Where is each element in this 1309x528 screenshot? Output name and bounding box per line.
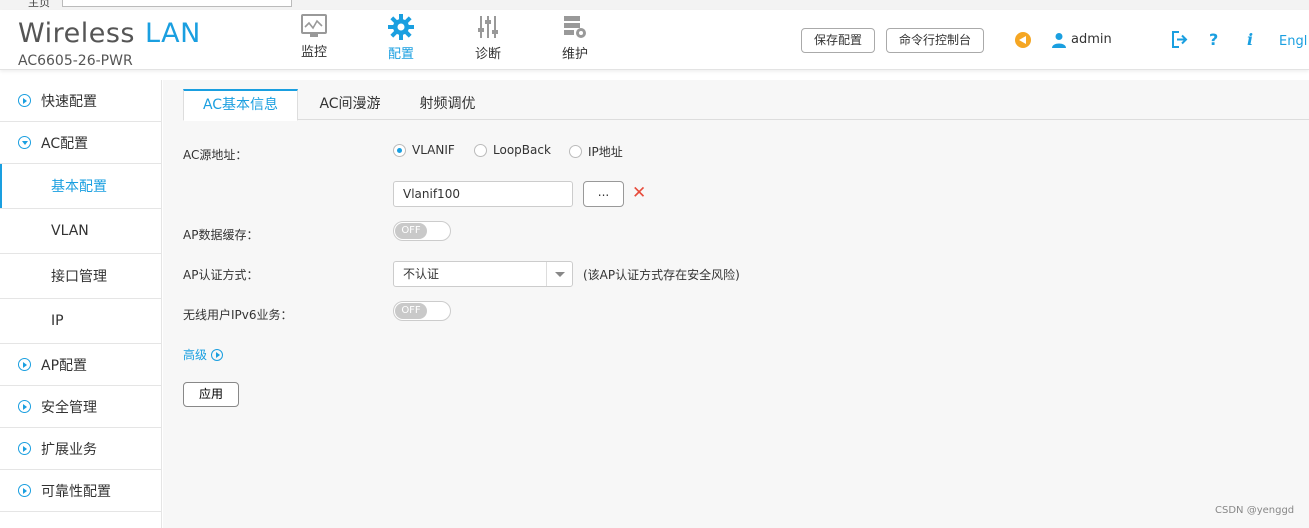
toggle-state: OFF bbox=[395, 223, 427, 239]
gear-icon bbox=[388, 14, 414, 40]
save-config-button[interactable]: 保存配置 bbox=[801, 28, 876, 53]
toggle-state: OFF bbox=[395, 303, 427, 319]
ap-cache-toggle[interactable]: OFF bbox=[393, 221, 451, 241]
tab-ac-roaming[interactable]: AC间漫游 bbox=[305, 89, 395, 120]
sidebar-item-interface[interactable]: 接口管理 bbox=[0, 254, 161, 299]
sidebar-item-label: 安全管理 bbox=[41, 399, 97, 416]
clear-icon[interactable]: ✕ bbox=[632, 181, 646, 205]
address-input[interactable] bbox=[62, 0, 292, 7]
ap-cache-label: AP数据缓存： bbox=[183, 228, 259, 242]
nav-maintain[interactable]: 维护 bbox=[545, 14, 605, 62]
nav-diagnose[interactable]: 诊断 bbox=[458, 14, 518, 62]
sidebar-item-ap-config[interactable]: AP配置 bbox=[0, 344, 161, 386]
nav-config-label: 配置 bbox=[387, 47, 414, 62]
sidebar-item-label: AC配置 bbox=[41, 135, 89, 152]
expand-right-icon bbox=[18, 442, 31, 455]
auth-warning-hint: (该AP认证方式存在安全风险) bbox=[583, 268, 740, 282]
user-icon bbox=[1052, 33, 1066, 48]
chevron-down-icon bbox=[546, 262, 572, 286]
radio-label: IP地址 bbox=[588, 145, 623, 159]
top-header: Wireless LAN AC6605-26-PWR 监控 配置 诊断 维护 保存… bbox=[0, 10, 1309, 70]
expand-right-icon bbox=[211, 348, 224, 361]
expand-right-icon bbox=[18, 400, 31, 413]
ap-auth-select[interactable]: 不认证 bbox=[393, 261, 573, 287]
source-interface-input[interactable]: Vlanif100 bbox=[393, 181, 573, 207]
brand-logo: Wireless LAN bbox=[18, 18, 201, 49]
tab-ac-basic-info[interactable]: AC基本信息 bbox=[183, 89, 298, 121]
nav-diagnose-label: 诊断 bbox=[474, 47, 501, 62]
sliders-icon bbox=[478, 16, 498, 38]
radio-label: LoopBack bbox=[493, 143, 551, 157]
radio-dot bbox=[474, 143, 487, 157]
sidebar-item-quick-config[interactable]: 快速配置 bbox=[0, 80, 161, 122]
monitor-icon bbox=[301, 14, 327, 37]
ap-auth-label: AP认证方式： bbox=[183, 268, 259, 282]
sidebar-item-label: AP配置 bbox=[41, 357, 88, 374]
watermark: CSDN @yenggd bbox=[1215, 505, 1295, 516]
advanced-link[interactable]: 高级 bbox=[183, 346, 224, 363]
radio-dot-selected bbox=[393, 143, 406, 157]
sidebar-item-label: 可靠性配置 bbox=[41, 483, 111, 500]
browser-address-strip: 主页 bbox=[0, 0, 1309, 10]
device-model: AC6605-26-PWR bbox=[18, 53, 133, 69]
sidebar: 快速配置 AC配置 基本配置 VLAN 接口管理 IP AP配置 安全管理 扩展… bbox=[0, 80, 162, 528]
info-icon[interactable]: i bbox=[1247, 30, 1253, 49]
radio-label: VLANIF bbox=[412, 143, 455, 157]
tab-bar: AC基本信息 AC间漫游 射频调优 bbox=[183, 89, 1309, 121]
language-switch[interactable]: Engl bbox=[1279, 34, 1307, 49]
tab-rf-tuning[interactable]: 射频调优 bbox=[405, 89, 490, 120]
select-value: 不认证 bbox=[403, 267, 440, 281]
ipv6-toggle[interactable]: OFF bbox=[393, 301, 451, 321]
sidebar-item-label: 快速配置 bbox=[41, 93, 97, 110]
radio-loopback[interactable]: LoopBack bbox=[474, 143, 551, 157]
radio-vlanif[interactable]: VLANIF bbox=[393, 143, 455, 157]
brand-main: Wireless bbox=[18, 18, 135, 49]
expand-down-icon bbox=[18, 136, 31, 149]
nav-config[interactable]: 配置 bbox=[371, 14, 431, 62]
speaker-icon[interactable] bbox=[1015, 32, 1031, 48]
address-prefix: 主页 bbox=[28, 0, 50, 9]
ipv6-label: 无线用户IPv6业务： bbox=[183, 308, 293, 322]
apply-button[interactable]: 应用 bbox=[183, 382, 239, 407]
sidebar-item-basic-config[interactable]: 基本配置 bbox=[0, 164, 161, 209]
sidebar-item-extension[interactable]: 扩展业务 bbox=[0, 428, 161, 470]
logout-icon[interactable] bbox=[1171, 31, 1189, 48]
expand-right-icon bbox=[18, 94, 31, 107]
sidebar-item-security[interactable]: 安全管理 bbox=[0, 386, 161, 428]
radio-dot bbox=[569, 145, 582, 158]
expand-right-icon bbox=[18, 358, 31, 371]
sidebar-item-reliability[interactable]: 可靠性配置 bbox=[0, 470, 161, 512]
browse-button[interactable]: ... bbox=[583, 181, 624, 207]
ac-source-label: AC源地址： bbox=[183, 148, 248, 162]
sidebar-item-vlan[interactable]: VLAN bbox=[0, 209, 161, 254]
help-icon[interactable]: ? bbox=[1209, 30, 1218, 49]
expand-right-icon bbox=[18, 484, 31, 497]
sidebar-item-ac-config[interactable]: AC配置 bbox=[0, 122, 161, 164]
nav-maintain-label: 维护 bbox=[561, 47, 588, 62]
radio-ip-address[interactable]: IP地址 bbox=[569, 143, 623, 160]
main-content: AC基本信息 AC间漫游 射频调优 AC源地址： VLANIF LoopBack… bbox=[163, 80, 1309, 528]
sidebar-item-label: 扩展业务 bbox=[41, 441, 97, 458]
cli-console-button[interactable]: 命令行控制台 bbox=[886, 28, 985, 53]
server-gear-icon bbox=[564, 16, 586, 38]
nav-monitor[interactable]: 监控 bbox=[284, 14, 344, 60]
nav-monitor-label: 监控 bbox=[300, 45, 327, 60]
advanced-label: 高级 bbox=[183, 348, 208, 362]
sidebar-item-ip[interactable]: IP bbox=[0, 299, 161, 344]
brand-accent: LAN bbox=[144, 18, 201, 49]
user-name[interactable]: admin bbox=[1071, 32, 1112, 47]
